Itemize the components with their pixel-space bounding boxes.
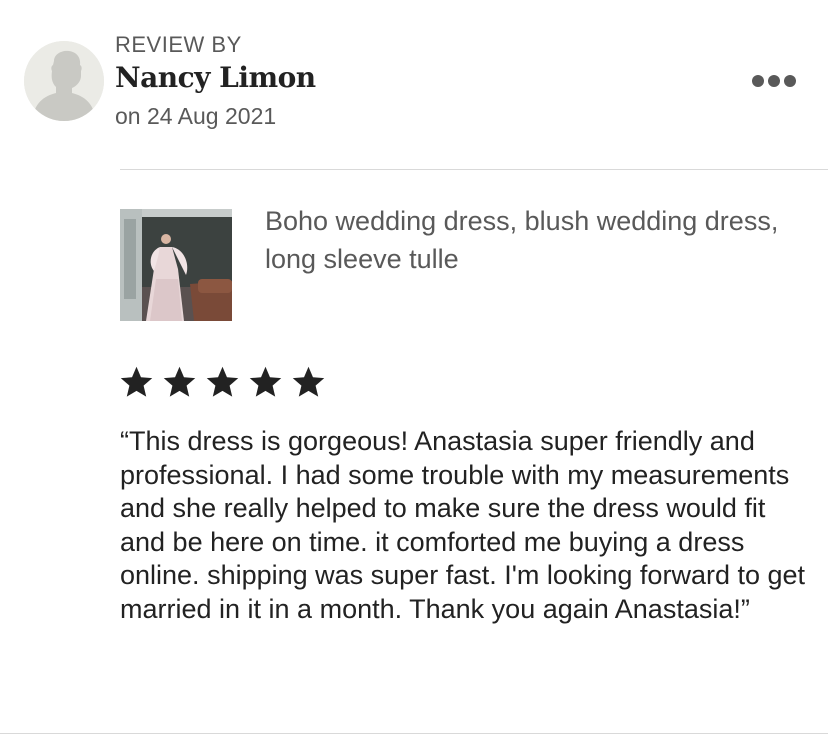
more-horizontal-icon bbox=[768, 75, 780, 87]
divider bbox=[120, 169, 828, 170]
review-date: on 24 Aug 2021 bbox=[115, 103, 277, 129]
star-icon bbox=[120, 366, 153, 397]
star-icon bbox=[206, 366, 239, 397]
person-silhouette-icon bbox=[24, 41, 104, 121]
reviewer-avatar[interactable] bbox=[24, 41, 104, 121]
reviewer-name[interactable]: Nancy Limon bbox=[115, 60, 316, 96]
more-options-button[interactable] bbox=[742, 66, 806, 96]
review-card: REVIEW BY Nancy Limon on 24 Aug 2021 Boh… bbox=[0, 0, 828, 735]
divider bbox=[0, 733, 828, 734]
dress-photo-image bbox=[120, 209, 232, 321]
review-text: “This dress is gorgeous! Anastasia super… bbox=[120, 426, 806, 624]
more-horizontal-icon bbox=[752, 75, 764, 87]
more-horizontal-icon bbox=[784, 75, 796, 87]
star-icon bbox=[292, 366, 325, 397]
star-icon bbox=[249, 366, 282, 397]
listing-title-link[interactable]: Boho wedding dress, blush wedding dress,… bbox=[265, 202, 805, 278]
star-rating bbox=[118, 364, 327, 401]
star-icon bbox=[163, 366, 196, 397]
listing-thumbnail[interactable] bbox=[120, 209, 232, 321]
review-by-label: REVIEW BY bbox=[115, 32, 242, 57]
